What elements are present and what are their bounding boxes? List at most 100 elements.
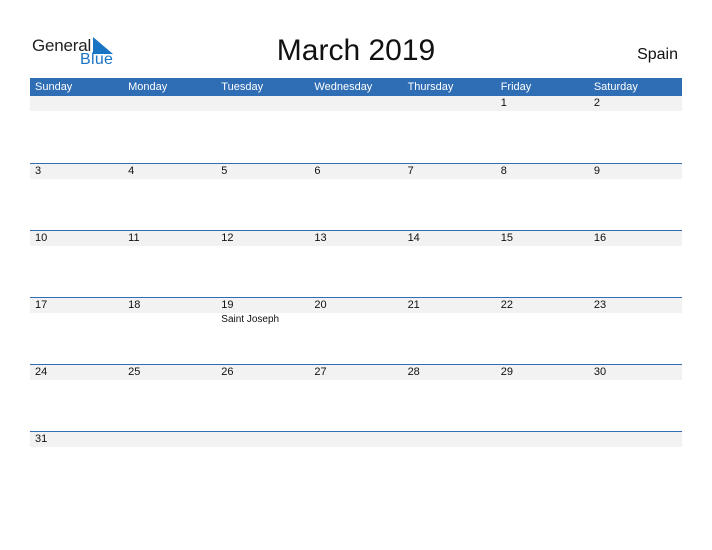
day-number: 3	[35, 165, 42, 177]
day-cell: 2	[588, 96, 682, 163]
day-number-bar	[309, 432, 403, 447]
day-number: 12	[221, 232, 234, 244]
week-row: 17 18 19 Saint Joseph 20 21 22 23	[30, 297, 682, 364]
day-cell: 15	[495, 231, 589, 297]
weekday-monday: Monday	[128, 81, 168, 93]
day-number: 10	[35, 232, 48, 244]
day-cell: 17	[30, 298, 124, 364]
day-cell: 9	[588, 164, 682, 230]
weekday-thursday: Thursday	[407, 81, 454, 93]
day-cell: 8	[495, 164, 589, 230]
day-cell: 7	[402, 164, 496, 230]
day-cell: 20	[309, 298, 403, 364]
day-cell	[588, 432, 682, 447]
day-number: 4	[128, 165, 135, 177]
day-cell: 16	[588, 231, 682, 297]
day-cell	[309, 96, 403, 163]
weekday-friday: Friday	[500, 81, 532, 93]
day-number: 9	[593, 165, 600, 177]
day-cell: 30	[588, 365, 682, 431]
day-cell	[495, 432, 589, 447]
day-number-bar	[309, 164, 403, 179]
day-number: 18	[128, 299, 141, 311]
day-number-bar	[402, 96, 496, 111]
day-cell: 18	[123, 298, 217, 364]
calendar-country: Spain	[637, 46, 678, 63]
calendar-grid: Sunday Monday Tuesday Wednesday Thursday…	[30, 78, 682, 447]
day-cell: 21	[402, 298, 496, 364]
day-number: 28	[407, 366, 420, 378]
day-cell: 25	[123, 365, 217, 431]
day-cell: 6	[309, 164, 403, 230]
day-cell: 14	[402, 231, 496, 297]
day-cell: 4	[123, 164, 217, 230]
day-cell	[402, 432, 496, 447]
day-number-bar	[30, 164, 124, 179]
day-cell: 31	[30, 432, 124, 447]
day-number: 5	[221, 165, 228, 177]
day-number: 19	[221, 299, 234, 311]
day-cell	[123, 96, 217, 163]
day-number: 2	[593, 97, 600, 109]
day-number-bar	[216, 96, 310, 111]
weekday-tuesday: Tuesday	[221, 81, 264, 93]
day-number-bar	[123, 164, 217, 179]
day-number: 23	[593, 299, 607, 311]
day-number: 8	[500, 165, 507, 177]
day-number: 15	[500, 232, 513, 244]
day-cell	[309, 432, 403, 447]
day-number: 14	[407, 232, 420, 244]
day-number: 17	[35, 299, 48, 311]
day-cell	[123, 432, 217, 447]
day-number-bar	[495, 96, 589, 111]
day-cell: 24	[30, 365, 124, 431]
day-number-bar	[495, 164, 589, 179]
day-number: 7	[407, 165, 414, 177]
day-cell: 1	[495, 96, 589, 163]
week-row: 12	[30, 96, 682, 163]
day-number-bar	[216, 432, 310, 447]
day-number: 31	[35, 433, 48, 445]
day-cell: 26	[216, 365, 310, 431]
day-number: 1	[500, 97, 507, 109]
day-number-bar	[495, 432, 589, 447]
day-cell: 22	[495, 298, 589, 364]
day-cell	[216, 96, 310, 163]
day-cell: 13	[309, 231, 403, 297]
day-number: 27	[314, 366, 327, 378]
day-cell	[216, 432, 310, 447]
day-number: 30	[593, 366, 607, 378]
week-row: 24 25 26 27 28 29 30	[30, 364, 682, 431]
weekday-sunday: Sunday	[35, 81, 73, 93]
day-number: 22	[500, 299, 513, 311]
day-number-bar	[30, 96, 124, 111]
day-number: 21	[407, 299, 420, 311]
calendar-title: March 2019	[276, 34, 436, 67]
calendar-weeks: 1 2 3 4 5 6 7 8 9 10 11 12 13 14 15 16 17 18 19 Saint Josep…	[30, 96, 682, 447]
day-number: 24	[35, 366, 48, 378]
day-cell: 10	[30, 231, 124, 297]
weekday-header: Sunday Monday Tuesday Wednesday Thursday…	[30, 78, 682, 96]
weekday-wednesday: Wednesday	[314, 81, 373, 93]
day-number-bar	[588, 96, 682, 111]
day-number: 29	[500, 366, 513, 378]
week-row: 31	[30, 431, 682, 447]
day-number-bar	[588, 164, 682, 179]
day-number: 25	[128, 366, 141, 378]
day-cell: 12	[216, 231, 310, 297]
weekday-saturday: Saturday	[593, 81, 638, 93]
day-cell: 5	[216, 164, 310, 230]
day-cell: 27	[309, 365, 403, 431]
week-row: 10 11 12 13 14 15 16	[30, 230, 682, 297]
day-number-bar	[309, 96, 403, 111]
holiday-label: Saint Joseph	[216, 313, 310, 329]
day-cell: 23	[588, 298, 682, 364]
day-number: 20	[314, 299, 327, 311]
day-number: 6	[314, 165, 321, 177]
day-number-bar	[123, 96, 217, 111]
day-cell: 29	[495, 365, 589, 431]
day-cell: 19 Saint Joseph	[216, 298, 310, 364]
day-cell: 11	[123, 231, 217, 297]
day-number-bar	[402, 164, 496, 179]
day-number-bar	[588, 432, 682, 447]
